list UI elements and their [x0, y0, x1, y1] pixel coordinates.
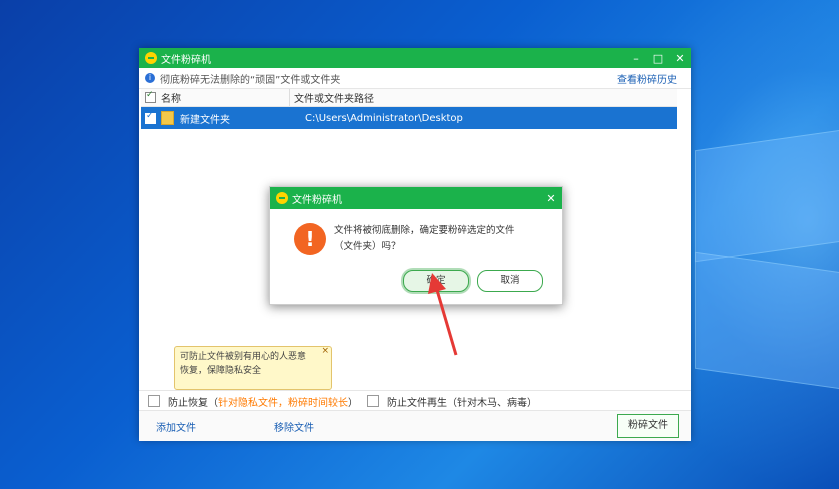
- maximize-button[interactable]: □: [647, 52, 669, 65]
- desktop-logo-pane: [695, 251, 839, 390]
- info-icon: i: [145, 73, 155, 83]
- options-bar: 防止恢复 （ 针对隐私文件，粉碎时间较长 ） 防止文件再生（针对木马、病毒）: [139, 390, 691, 411]
- row-checkbox[interactable]: [145, 111, 156, 124]
- tooltip-close-icon[interactable]: ×: [321, 344, 329, 358]
- dialog-title-bar[interactable]: 文件粉碎机 ✕: [270, 187, 562, 209]
- add-file-link[interactable]: 添加文件: [156, 419, 196, 434]
- close-button[interactable]: ✕: [669, 52, 691, 65]
- tooltip-line: 恢复，保障隐私安全: [180, 366, 262, 376]
- prevent-recover-label[interactable]: 防止恢复: [168, 394, 208, 409]
- confirm-button[interactable]: 确定: [403, 270, 469, 292]
- dialog-message-line: 文件将被彻底删除，确定要粉碎选定的文件: [334, 225, 515, 236]
- folder-icon: [161, 111, 174, 125]
- column-header-name[interactable]: 名称: [161, 90, 181, 105]
- prevent-recover-checkbox[interactable]: [148, 395, 160, 407]
- remove-file-link[interactable]: 移除文件: [274, 419, 314, 434]
- dialog-message-line: （文件夹）吗？: [334, 241, 401, 252]
- column-header-path[interactable]: 文件或文件夹路径: [290, 90, 374, 105]
- minimize-button[interactable]: –: [625, 52, 647, 65]
- app-logo-icon: [145, 52, 157, 64]
- title-bar[interactable]: 文件粉碎机 – □ ✕: [139, 48, 691, 68]
- tooltip-line: 可防止文件被别有用心的人恶意: [180, 352, 307, 362]
- dialog-title: 文件粉碎机: [292, 194, 342, 206]
- prevent-recover-note: 针对隐私文件，粉碎时间较长: [218, 397, 348, 409]
- confirm-dialog: 文件粉碎机 ✕ ! 文件将被彻底删除，确定要粉碎选定的文件 （文件夹）吗？ 确定…: [269, 186, 563, 305]
- row-path: C:\Users\Administrator\Desktop: [305, 112, 463, 124]
- dialog-close-button[interactable]: ✕: [540, 192, 562, 205]
- bottom-toolbar: 添加文件 移除文件 粉碎文件: [139, 410, 691, 441]
- table-row[interactable]: 新建文件夹 C:\Users\Administrator\Desktop: [141, 107, 677, 129]
- prevent-regen-checkbox[interactable]: [367, 395, 379, 407]
- shred-files-button[interactable]: 粉碎文件: [617, 414, 679, 438]
- prevent-regen-label[interactable]: 防止文件再生（针对木马、病毒）: [387, 394, 537, 409]
- warning-icon: !: [294, 223, 326, 255]
- view-history-link[interactable]: 查看粉碎历史: [617, 71, 677, 86]
- prevent-recover-tooltip: × 可防止文件被别有用心的人恶意 恢复，保障隐私安全: [174, 346, 332, 390]
- paren-close: ）: [348, 397, 358, 409]
- list-header: 名称 文件或文件夹路径: [141, 89, 677, 107]
- desktop-logo-pane: [695, 129, 839, 263]
- list-scrollbar[interactable]: [678, 108, 691, 388]
- info-bar: i 彻底粉碎无法删除的“顽固”文件或文件夹 查看粉碎历史: [139, 68, 691, 89]
- cancel-button[interactable]: 取消: [477, 270, 543, 292]
- row-name: 新建文件夹: [180, 114, 230, 126]
- dialog-message: 文件将被彻底删除，确定要粉碎选定的文件 （文件夹）吗？: [334, 223, 524, 255]
- app-logo-icon: [276, 192, 288, 204]
- window-title: 文件粉碎机: [161, 54, 211, 66]
- paren-open: （: [208, 397, 218, 409]
- info-text: 彻底粉碎无法删除的“顽固”文件或文件夹: [160, 74, 341, 86]
- select-all-checkbox[interactable]: [145, 90, 156, 103]
